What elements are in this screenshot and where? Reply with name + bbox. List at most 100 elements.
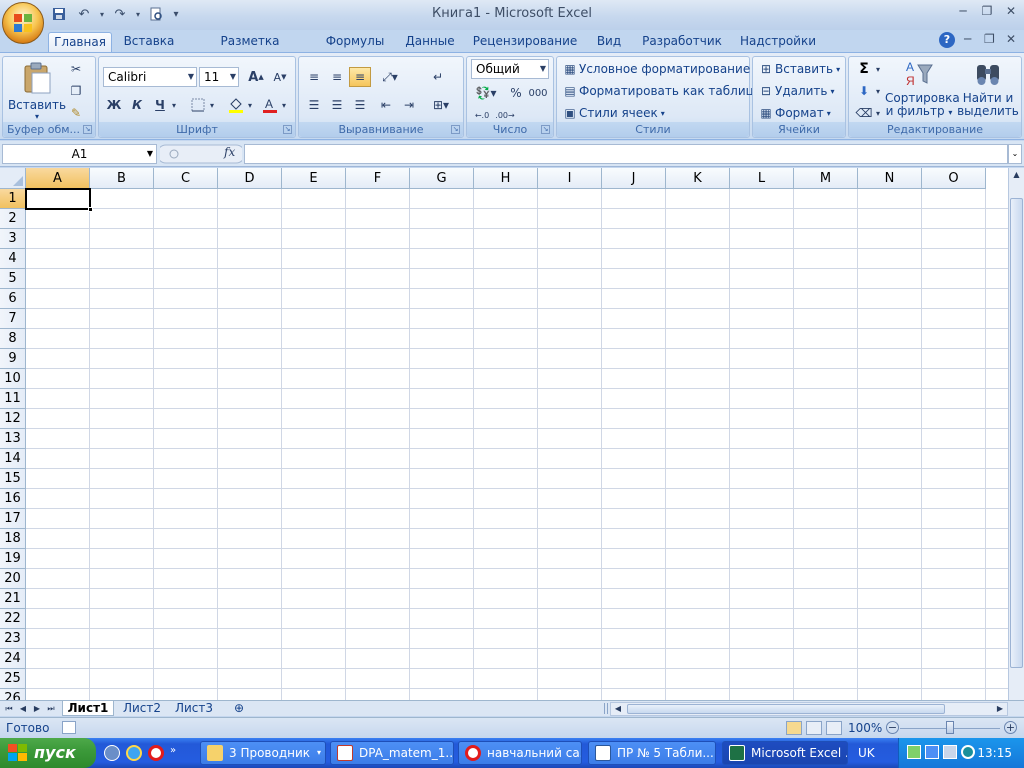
row-header[interactable]: 25 — [0, 669, 26, 689]
decrease-indent-icon[interactable]: ⇤ — [375, 95, 397, 115]
internet-explorer-icon[interactable] — [126, 745, 142, 761]
ribbon-restore-button[interactable]: ❐ — [984, 32, 1000, 46]
borders-dropdown-icon[interactable]: ▾ — [207, 95, 217, 115]
column-header[interactable]: B — [90, 168, 154, 189]
tab-data[interactable]: Данные — [398, 32, 462, 52]
browser-icon[interactable] — [104, 745, 120, 761]
font-size-combo[interactable]: 11 ▼ — [199, 67, 239, 87]
row-header[interactable]: 8 — [0, 329, 26, 349]
expand-formula-bar-icon[interactable]: ⌄ — [1008, 144, 1022, 164]
row-header[interactable]: 26 — [0, 689, 26, 700]
next-sheet-icon[interactable]: ▶ — [30, 702, 44, 715]
autosum-dropdown-icon[interactable]: ▾ — [873, 59, 883, 79]
underline-button[interactable]: Ч — [149, 95, 171, 115]
fill-dropdown-icon[interactable]: ▾ — [873, 81, 883, 101]
prev-sheet-icon[interactable]: ◀ — [16, 702, 30, 715]
horizontal-scroll-thumb[interactable] — [627, 704, 945, 714]
row-header[interactable]: 13 — [0, 429, 26, 449]
row-header[interactable]: 18 — [0, 529, 26, 549]
tab-formulas[interactable]: Формулы — [320, 32, 390, 52]
taskbar-explorer[interactable]: 3 Проводник ▾ — [200, 741, 326, 765]
shrink-font-icon[interactable]: A ▼ — [269, 67, 291, 87]
column-header[interactable]: C — [154, 168, 218, 189]
minimize-button[interactable]: ─ — [950, 4, 976, 22]
tab-view[interactable]: Вид — [588, 32, 630, 52]
align-middle-icon[interactable]: ≡ — [326, 67, 348, 87]
column-header[interactable]: H — [474, 168, 538, 189]
row-header[interactable]: 4 — [0, 249, 26, 269]
column-header[interactable]: O — [922, 168, 986, 189]
borders-icon[interactable] — [187, 95, 209, 115]
vertical-scrollbar[interactable]: ▲ — [1008, 168, 1024, 700]
column-header[interactable]: N — [858, 168, 922, 189]
normal-view-icon[interactable] — [786, 721, 802, 735]
increase-indent-icon[interactable]: ⇥ — [398, 95, 420, 115]
format-as-table-button[interactable]: ▤ Форматировать как таблицу ▾ — [561, 81, 768, 101]
autosum-button[interactable]: Σ — [853, 59, 875, 79]
alignment-launcher-icon[interactable]: ↘ — [451, 125, 460, 134]
align-center-icon[interactable]: ☰ — [326, 95, 348, 115]
name-box[interactable]: A1 ▼ — [2, 144, 157, 164]
orientation-icon[interactable]: ⤢▾ — [375, 67, 405, 87]
row-header[interactable]: 17 — [0, 509, 26, 529]
vertical-scroll-thumb[interactable] — [1010, 198, 1023, 668]
clear-icon[interactable]: ⌫ — [853, 103, 875, 123]
scroll-up-arrow-icon[interactable]: ▲ — [1009, 168, 1024, 182]
delete-cells-button[interactable]: ⊟ Удалить ▾ — [757, 81, 835, 101]
start-button[interactable]: пуск — [0, 738, 96, 768]
font-launcher-icon[interactable]: ↘ — [283, 125, 292, 134]
restore-button[interactable]: ❐ — [974, 4, 1000, 22]
zoom-slider-thumb[interactable] — [946, 721, 954, 734]
align-bottom-icon[interactable]: ≡ — [349, 67, 371, 87]
row-header[interactable]: 6 — [0, 289, 26, 309]
row-header[interactable]: 10 — [0, 369, 26, 389]
underline-dropdown-icon[interactable]: ▾ — [169, 95, 179, 115]
row-header[interactable]: 24 — [0, 649, 26, 669]
ribbon-minimize-button[interactable]: ─ — [964, 32, 980, 46]
language-indicator[interactable]: UK — [858, 746, 875, 760]
active-cell-cursor[interactable] — [25, 188, 93, 212]
fill-color-dropdown-icon[interactable]: ▾ — [245, 95, 255, 115]
conditional-formatting-button[interactable]: ▦ Условное форматирование ▾ — [561, 59, 757, 79]
last-sheet-icon[interactable]: ⏭ — [44, 702, 58, 715]
format-cells-button[interactable]: ▦ Формат ▾ — [757, 103, 830, 123]
fill-icon[interactable]: ⬇ — [853, 81, 875, 101]
row-header[interactable]: 5 — [0, 269, 26, 289]
font-name-combo[interactable]: Calibri ▼ — [103, 67, 197, 87]
taskbar-excel[interactable]: Microsoft Excel ... — [722, 741, 848, 765]
row-header[interactable]: 3 — [0, 229, 26, 249]
percent-button[interactable]: % — [505, 83, 527, 103]
row-header[interactable]: 11 — [0, 389, 26, 409]
column-header[interactable]: J — [602, 168, 666, 189]
horizontal-scrollbar[interactable]: ◀ ▶ — [610, 702, 1008, 716]
row-header[interactable]: 7 — [0, 309, 26, 329]
tray-app-icon-1[interactable] — [907, 745, 921, 759]
cut-icon[interactable]: ✂ — [65, 59, 87, 79]
tab-page-layout[interactable]: Разметка страницы — [190, 32, 310, 66]
number-launcher-icon[interactable]: ↘ — [541, 125, 550, 134]
sheet-tab-1[interactable]: Лист1 — [62, 701, 114, 716]
column-header[interactable]: D — [218, 168, 282, 189]
workbook-close-button[interactable]: ✕ — [1006, 32, 1022, 46]
thousands-button[interactable]: 000 — [527, 83, 549, 103]
column-header[interactable]: G — [410, 168, 474, 189]
column-header[interactable]: L — [730, 168, 794, 189]
tray-app-icon-2[interactable] — [961, 745, 975, 759]
align-left-icon[interactable]: ☰ — [303, 95, 325, 115]
bold-button[interactable]: Ж — [103, 95, 125, 115]
column-header[interactable]: E — [282, 168, 346, 189]
opera-icon[interactable] — [148, 745, 164, 761]
tab-review[interactable]: Рецензирование — [470, 32, 580, 52]
formula-input[interactable] — [244, 144, 1008, 164]
tab-developer[interactable]: Разработчик — [638, 32, 726, 52]
row-header[interactable]: 2 — [0, 209, 26, 229]
more-quicklaunch-icon[interactable]: » — [170, 745, 176, 761]
sheet-tab-3[interactable]: Лист3 — [170, 701, 218, 716]
close-button[interactable]: ✕ — [998, 4, 1024, 22]
fill-handle[interactable] — [88, 207, 93, 212]
taskbar-word[interactable]: ПР № 5 Табли... — [588, 741, 716, 765]
zoom-in-icon[interactable]: + — [1004, 721, 1017, 734]
row-header[interactable]: 12 — [0, 409, 26, 429]
taskbar-pdf[interactable]: DPA_matem_1... — [330, 741, 454, 765]
column-header[interactable]: A — [26, 168, 90, 189]
